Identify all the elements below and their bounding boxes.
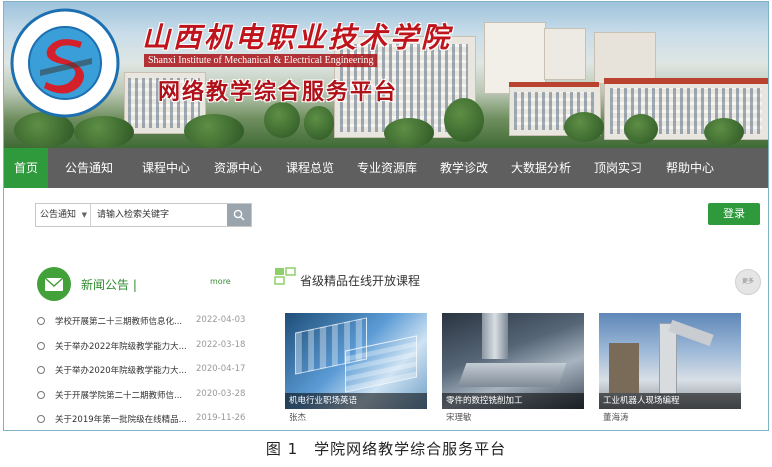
search-input[interactable]: 请输入检索关键字 bbox=[91, 204, 227, 226]
nav-item-notices[interactable]: 公告通知 bbox=[48, 148, 130, 188]
course-teacher: 宋理敏 bbox=[446, 413, 472, 423]
course-card[interactable]: 机电行业职场英语 张杰 bbox=[285, 313, 427, 430]
search-bar: 公告通知 ▼ 请输入检索关键字 bbox=[35, 203, 252, 227]
envelope-icon bbox=[37, 267, 71, 301]
nav-item-course-center[interactable]: 课程中心 bbox=[130, 148, 202, 188]
page-frame: 山西机电职业技术学院 Shanxi Institute of Mechanica… bbox=[3, 1, 769, 431]
bullet-icon bbox=[37, 341, 45, 350]
news-list: 学校开展第二十三期教师信息化... 2022-04-03 关于举办2022年院级… bbox=[37, 312, 246, 430]
bullet-icon bbox=[37, 415, 45, 423]
course-more-button[interactable]: 更多 bbox=[735, 269, 761, 295]
course-teacher: 董海涛 bbox=[603, 413, 629, 423]
figure-caption: 图 1 学院网络教学综合服务平台 bbox=[265, 440, 507, 458]
search-category-label: 公告通知 bbox=[40, 210, 77, 220]
list-item[interactable]: 关于举办2022年院级教学能力大... 2022-03-18 bbox=[37, 337, 246, 362]
list-item[interactable]: 学校开展第二十三期教师信息化... 2022-04-03 bbox=[37, 312, 246, 337]
news-item-title[interactable]: 关于开展学院第二十二期教师信... bbox=[55, 389, 182, 401]
news-item-date: 2020-03-28 bbox=[196, 388, 246, 399]
news-more-link[interactable]: more bbox=[210, 277, 231, 286]
bullet-icon bbox=[37, 317, 45, 325]
course-name: 工业机器人现场编程 bbox=[599, 393, 741, 409]
chevron-down-icon: ▼ bbox=[81, 211, 87, 219]
news-item-title[interactable]: 学校开展第二十三期教师信息化... bbox=[55, 315, 182, 327]
course-section-icon bbox=[274, 267, 296, 285]
course-card[interactable]: 零件的数控铣削加工 宋理敏 bbox=[442, 313, 584, 430]
course-card[interactable]: 工业机器人现场编程 董海涛 bbox=[599, 313, 741, 430]
news-item-title[interactable]: 关于举办2022年院级教学能力大... bbox=[55, 340, 187, 352]
news-item-title[interactable]: 关于举办2020年院级教学能力大... bbox=[55, 364, 187, 376]
nav-item-course-overview[interactable]: 课程总览 bbox=[274, 148, 346, 188]
header-banner: 山西机电职业技术学院 Shanxi Institute of Mechanica… bbox=[4, 2, 768, 148]
course-section-title: 省级精品在线开放课程 bbox=[300, 274, 421, 288]
search-icon bbox=[233, 209, 245, 221]
course-name: 零件的数控铣削加工 bbox=[442, 393, 584, 409]
course-name: 机电行业职场英语 bbox=[285, 393, 427, 409]
search-button[interactable] bbox=[227, 204, 251, 226]
list-item[interactable]: 关于举办2020年院级教学能力大... 2020-04-17 bbox=[37, 361, 246, 386]
news-section-title: 新闻公告 | bbox=[81, 278, 137, 292]
news-item-date: 2019-11-26 bbox=[196, 413, 246, 423]
college-name-en: Shanxi Institute of Mechanical & Electri… bbox=[144, 54, 378, 67]
nav-item-home[interactable]: 首页 bbox=[4, 148, 48, 188]
college-name-cn: 山西机电职业技术学院 bbox=[142, 21, 453, 54]
nav-item-resource-library[interactable]: 专业资源库 bbox=[346, 148, 428, 188]
platform-title: 网络教学综合服务平台 bbox=[158, 80, 399, 105]
bullet-icon bbox=[37, 366, 45, 374]
main-nav: 首页 公告通知 课程中心 资源中心 课程总览 专业资源库 教学诊改 大数据分析 … bbox=[4, 148, 768, 188]
news-item-date: 2022-04-03 bbox=[196, 315, 246, 325]
list-item[interactable]: 关于开展学院第二十二期教师信... 2020-03-28 bbox=[37, 386, 246, 411]
nav-item-internship[interactable]: 顶岗实习 bbox=[582, 148, 654, 188]
college-logo bbox=[10, 8, 120, 118]
bullet-icon bbox=[37, 390, 45, 399]
login-button[interactable]: 登录 bbox=[708, 203, 760, 225]
list-item[interactable]: 关于2019年第一批院级在线精品... 2019-11-26 bbox=[37, 410, 246, 430]
nav-item-big-data[interactable]: 大数据分析 bbox=[500, 148, 582, 188]
nav-item-resource-center[interactable]: 资源中心 bbox=[202, 148, 274, 188]
nav-item-teaching-diagnosis[interactable]: 教学诊改 bbox=[428, 148, 500, 188]
nav-item-help-center[interactable]: 帮助中心 bbox=[654, 148, 726, 188]
news-item-date: 2022-03-18 bbox=[196, 339, 246, 350]
search-category-select[interactable]: 公告通知 ▼ bbox=[36, 204, 91, 226]
news-item-title[interactable]: 关于2019年第一批院级在线精品... bbox=[55, 413, 187, 425]
course-teacher: 张杰 bbox=[289, 413, 307, 423]
news-item-date: 2020-04-17 bbox=[196, 364, 246, 374]
